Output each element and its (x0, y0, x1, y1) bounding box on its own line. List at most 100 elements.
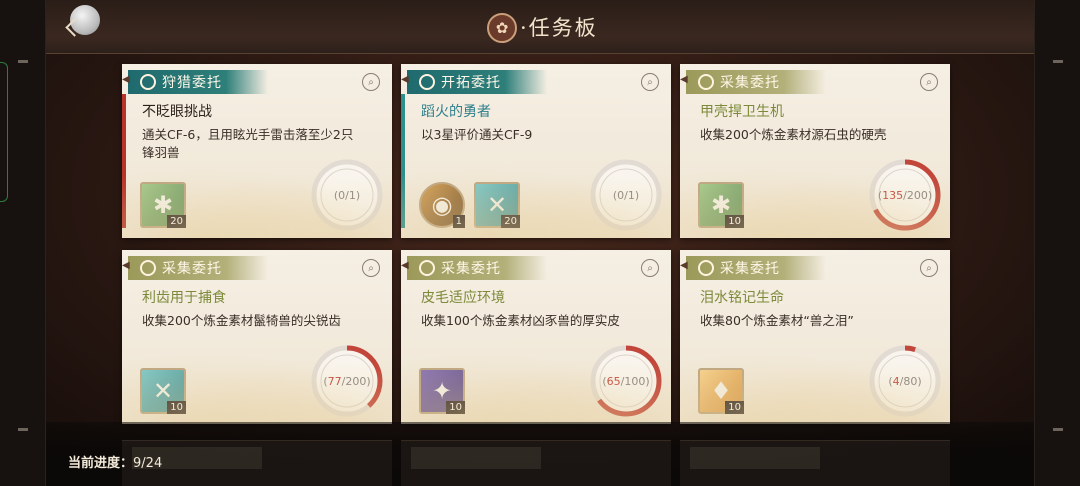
card-accent (401, 94, 405, 228)
fang-material-icon[interactable]: ✕ 20 (474, 182, 520, 228)
ghost-card (122, 440, 392, 486)
back-button[interactable] (60, 14, 84, 42)
reward-count: 10 (725, 215, 744, 228)
commission-type-tag: ◀ 采集委托 (122, 256, 268, 280)
progress-ring: (0/1) (310, 158, 384, 232)
commission-card[interactable]: ◀ 采集委托 ⌕ 泪水铭记生命收集80个炼金素材“兽之泪” ♦ 10 (4/80) (680, 250, 950, 424)
commission-card[interactable]: ◀ 采集委托 ⌕ 皮毛适应环境收集100个炼金素材凶豕兽的厚实皮 ✦ 10 (65/100) (401, 250, 671, 424)
ghost-card (680, 440, 950, 486)
commission-type-icon (140, 74, 156, 90)
ghost-card (401, 440, 671, 486)
detail-search-icon[interactable]: ⌕ (920, 73, 938, 91)
detail-search-icon[interactable]: ⌕ (362, 73, 380, 91)
overall-progress-label: 当前进度： (68, 456, 134, 471)
detail-search-icon[interactable]: ⌕ (641, 73, 659, 91)
commission-type-icon (419, 74, 435, 90)
commission-type-label: 采集委托 (720, 75, 780, 91)
commission-type-icon (140, 260, 156, 276)
title-emblem-icon: ✿ (487, 13, 517, 43)
reward-count: 10 (167, 401, 186, 414)
commission-title: 甲壳捍卫生机 (700, 104, 784, 120)
progress-total: 100 (624, 374, 646, 388)
reward-count: 20 (167, 215, 186, 228)
progress-readout: (0/1) (612, 188, 640, 202)
tag-arrow-icon: ◀ (401, 260, 410, 271)
commission-type-icon (698, 74, 714, 90)
tag-arrow-icon: ◀ (401, 74, 410, 85)
commission-description: 收集200个炼金素材鬣犄兽的尖锐齿 (142, 313, 341, 328)
progress-ring: (0/1) (589, 158, 663, 232)
frame-tick (1053, 428, 1063, 431)
progress-ring: (77/200) (310, 344, 384, 418)
commission-description: 以3星评价通关CF-9 (421, 127, 533, 142)
hexagon-material-icon[interactable]: ✱ 10 (698, 182, 744, 228)
commission-title: 皮毛适应环境 (421, 290, 505, 306)
commission-type-label: 开拓委托 (441, 75, 501, 91)
commission-title: 泪水铭记生命 (700, 290, 784, 306)
progress-current: 65 (606, 374, 621, 388)
hide-material-icon[interactable]: ✦ 10 (419, 368, 465, 414)
progress-total: 200 (906, 188, 928, 202)
commission-card[interactable]: ◀ 采集委托 ⌕ 利齿用于捕食收集200个炼金素材鬣犄兽的尖锐齿 ✕ 10 (77/200) (122, 250, 392, 424)
progress-readout: (77/200) (323, 374, 371, 388)
commission-title: 蹈火的勇者 (421, 104, 491, 120)
commission-type-tag: ◀ 采集委托 (680, 256, 826, 280)
tag-arrow-icon: ◀ (680, 74, 689, 85)
progress-total: 80 (903, 374, 918, 388)
progress-total: 200 (345, 374, 367, 388)
detail-search-icon[interactable]: ⌕ (920, 259, 938, 277)
frame-tick (1053, 60, 1063, 63)
progress-ring: (135/200) (868, 158, 942, 232)
commission-title: 不眨眼挑战 (142, 104, 212, 120)
commission-title: 利齿用于捕食 (142, 290, 226, 306)
progress-readout: (4/80) (888, 374, 922, 388)
commission-type-icon (419, 260, 435, 276)
commission-description: 通关CF-6，且用眩光手雷击落至少2只锋羽兽 (142, 127, 354, 160)
detail-search-icon[interactable]: ⌕ (362, 259, 380, 277)
commission-type-tag: ◀ 采集委托 (680, 70, 826, 94)
progress-current: 135 (882, 188, 904, 202)
reward-count: 20 (501, 215, 520, 228)
progress-current: 0 (338, 188, 346, 202)
reward-count: 10 (446, 401, 465, 414)
commission-type-tag: ◀ 狩猎委托 (122, 70, 268, 94)
commission-type-tag: ◀ 采集委托 (401, 256, 547, 280)
commission-card[interactable]: ◀ 采集委托 ⌕ 甲壳捍卫生机收集200个炼金素材源石虫的硬壳 ✱ 10 (135/200) (680, 64, 950, 238)
tear-material-icon[interactable]: ♦ 10 (698, 368, 744, 414)
progress-ring: (4/80) (868, 344, 942, 418)
commission-type-tag: ◀ 开拓委托 (401, 70, 547, 94)
page-title: ·任务板 (520, 16, 598, 40)
commission-description: 收集80个炼金素材“兽之泪” (700, 313, 854, 328)
frame-tick (18, 428, 28, 431)
progress-current: 0 (617, 188, 625, 202)
commission-description: 收集100个炼金素材凶豕兽的厚实皮 (421, 313, 620, 328)
progress-readout: (65/100) (602, 374, 650, 388)
frame-tick (18, 60, 28, 63)
progress-current: 77 (327, 374, 342, 388)
overall-progress-value: 9/24 (133, 456, 163, 471)
commission-type-label: 采集委托 (441, 261, 501, 277)
right-frame (1034, 0, 1080, 486)
progress-readout: (135/200) (877, 188, 933, 202)
commission-type-label: 狩猎委托 (162, 75, 222, 91)
reward-count: 10 (725, 401, 744, 414)
reward-count: 1 (452, 215, 465, 228)
progress-readout: (0/1) (333, 188, 361, 202)
commission-description: 收集200个炼金素材源石虫的硬壳 (700, 127, 887, 142)
grenade-item-icon[interactable]: ◉ 1 (419, 182, 465, 228)
commission-card[interactable]: ◀ 狩猎委托 ⌕ 不眨眼挑战通关CF-6，且用眩光手雷击落至少2只锋羽兽 ✱ 20 (0/1… (122, 64, 392, 238)
tag-arrow-icon: ◀ (680, 260, 689, 271)
commission-type-label: 采集委托 (162, 261, 222, 277)
hexagon-material-icon[interactable]: ✱ 20 (140, 182, 186, 228)
progress-total: 1 (627, 188, 635, 202)
commission-type-icon (698, 260, 714, 276)
commission-type-label: 采集委托 (720, 261, 780, 277)
commission-card[interactable]: ◀ 开拓委托 ⌕ 蹈火的勇者以3星评价通关CF-9 ◉ 1 ✕ 20 (0/1) (401, 64, 671, 238)
card-accent (122, 94, 126, 228)
detail-search-icon[interactable]: ⌕ (641, 259, 659, 277)
overall-progress: 当前进度：9/24 (68, 452, 162, 471)
fang-material-icon[interactable]: ✕ 10 (140, 368, 186, 414)
progress-ring: (65/100) (589, 344, 663, 418)
side-handle[interactable] (0, 62, 8, 202)
progress-current: 4 (892, 374, 900, 388)
